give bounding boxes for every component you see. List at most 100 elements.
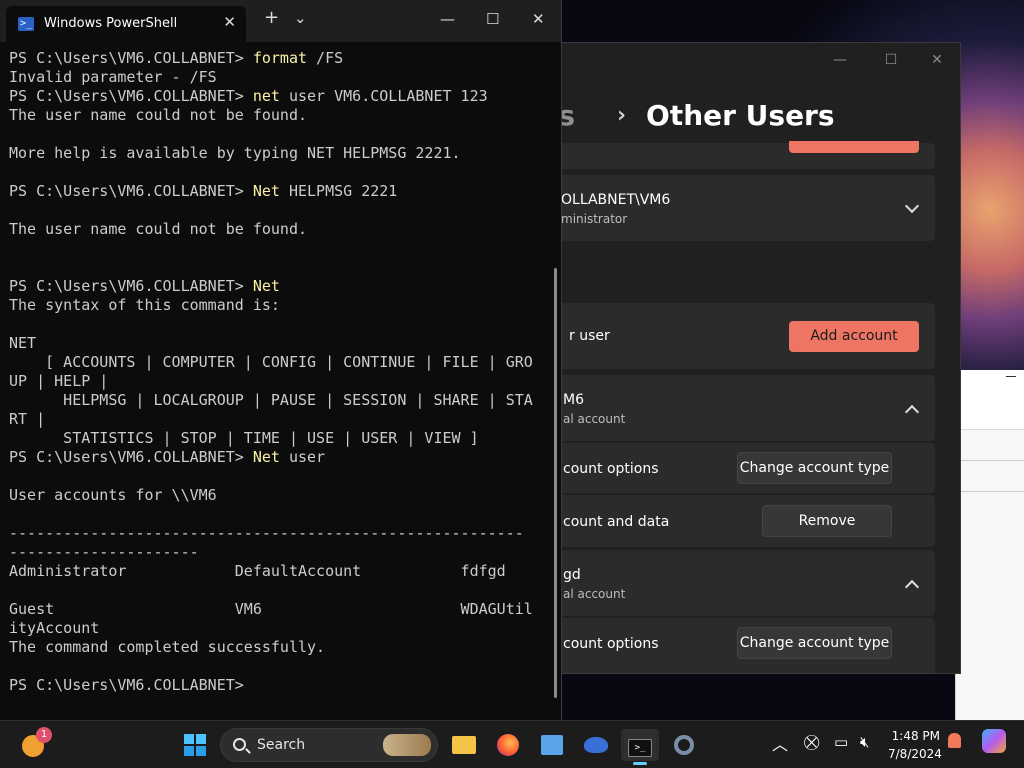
search-box[interactable]: Search (220, 728, 438, 762)
terminal-line: The user name could not be found. (9, 220, 308, 238)
user-fdfgd-card[interactable]: gd al account (541, 550, 935, 616)
clock[interactable]: 1:48 PM 7/8/2024 (888, 727, 942, 763)
account-options-label: count options (563, 461, 659, 477)
tab-windows-powershell[interactable]: >_ Windows PowerShell ✕ (6, 6, 246, 42)
powershell-icon: >_ (18, 17, 34, 31)
remove-button[interactable]: Remove (762, 505, 892, 537)
change-account-type-button[interactable]: Change account type (737, 627, 892, 659)
copilot-icon[interactable] (982, 729, 1006, 757)
terminal-line: Administrator DefaultAccount fdfgd (9, 562, 506, 580)
terminal-line: The user name could not be found. (9, 106, 308, 124)
search-highlight-icon (383, 734, 431, 756)
notification-bell-icon[interactable] (948, 733, 961, 752)
terminal-icon[interactable]: >_ (621, 729, 659, 765)
command-args: HELPMSG 2221 (279, 182, 398, 200)
user-vm6-type: al account (563, 412, 626, 426)
prompt: PS C:\Users\VM6.COLLABNET> (9, 87, 253, 105)
current-user-top-card (541, 141, 935, 169)
terminal-line: PS C:\Users\VM6.COLLABNET> Net user (9, 448, 533, 467)
volume-muted-icon[interactable]: 🔇︎ (860, 733, 869, 751)
add-other-user-card: r user Add account (541, 303, 935, 369)
account-data-row: count and data Remove (541, 495, 935, 547)
maximize-button[interactable]: ☐ (486, 10, 499, 28)
command: Net (252, 448, 280, 466)
start-icon[interactable] (178, 729, 212, 761)
terminal-line: The syntax of this command is: (9, 296, 280, 314)
change-account-type-button[interactable]: Change account type (737, 452, 892, 484)
command-args: user (279, 448, 326, 466)
settings-minimize-button[interactable]: — (825, 49, 855, 71)
add-other-user-label: r user (569, 328, 610, 344)
settings-icon[interactable] (667, 729, 701, 761)
terminal-line: ----------------------------------------… (9, 524, 524, 542)
terminal-line: PS C:\Users\VM6.COLLABNET> (9, 676, 533, 695)
account-options-row: count options Change account type (541, 443, 935, 493)
add-account-button[interactable]: Add account (789, 321, 919, 352)
command-args: user VM6.COLLABNET 123 (279, 87, 488, 105)
close-button[interactable]: ✕ (532, 10, 545, 28)
terminal-line: More help is available by typing NET HEL… (9, 144, 461, 162)
new-tab-button[interactable]: + (264, 7, 279, 28)
user-vm6-card[interactable]: M6 al account (541, 375, 935, 441)
close-tab-icon[interactable]: ✕ (223, 13, 236, 31)
prompt: PS C:\Users\VM6.COLLABNET> (9, 676, 253, 694)
command: net (252, 87, 280, 105)
terminal-line: The command completed successfully. (9, 638, 326, 656)
settings-maximize-button[interactable]: ☐ (876, 49, 906, 71)
terminal-output[interactable]: PS C:\Users\VM6.COLLABNET> format /FS Inv… (9, 49, 533, 695)
minimize-button[interactable]: — (440, 10, 455, 28)
prompt: PS C:\Users\VM6.COLLABNET> (9, 277, 253, 295)
chevron-up-icon[interactable] (904, 404, 920, 420)
search-label: Search (257, 737, 306, 753)
settings-close-button[interactable]: ✕ (922, 49, 952, 71)
chevron-up-icon[interactable]: ︿ (772, 731, 788, 755)
scrollbar[interactable] (554, 268, 557, 698)
current-user-name: OLLABNET\VM6 (561, 192, 671, 208)
terminal-line: PS C:\Users\VM6.COLLABNET> Net (9, 277, 533, 296)
terminal-line: NET (9, 334, 37, 352)
prompt: PS C:\Users\VM6.COLLABNET> (9, 182, 253, 200)
account-data-label: count and data (563, 514, 670, 530)
terminal-line: ityAccount (9, 619, 100, 637)
current-user-card[interactable]: OLLABNET\VM6 ministrator (541, 175, 935, 241)
background-window[interactable] (955, 370, 1024, 720)
bird-app-icon[interactable] (579, 729, 613, 761)
file-explorer-icon[interactable] (447, 729, 481, 761)
terminal-line: --------------------- (9, 543, 199, 561)
terminal-line: RT | (9, 410, 46, 428)
background-window-titlebar (956, 370, 1024, 430)
chevron-up-icon[interactable] (904, 579, 920, 595)
search-icon (233, 738, 246, 751)
minimize-icon[interactable] (1006, 376, 1016, 377)
powershell-window: >_ Windows PowerShell ✕ + ⌄ — ☐ ✕ PS C:\… (0, 0, 562, 720)
command: format (252, 49, 308, 67)
account-options-label: count options (563, 636, 659, 652)
prompt: PS C:\Users\VM6.COLLABNET> (9, 49, 253, 67)
widgets-icon[interactable]: 1 (16, 727, 52, 761)
remote-app-icon[interactable] (535, 729, 569, 761)
current-user-role: ministrator (561, 212, 628, 226)
tab-title: Windows PowerShell (44, 16, 178, 31)
terminal-line: Guest VM6 WDAGUtil (9, 600, 533, 618)
terminal-titlebar[interactable]: >_ Windows PowerShell ✕ + ⌄ — ☐ ✕ (0, 0, 561, 42)
breadcrumb-separator-icon: › (617, 103, 627, 128)
terminal-line: PS C:\Users\VM6.COLLABNET> Net HELPMSG 2… (9, 182, 533, 201)
date: 7/8/2024 (888, 747, 942, 761)
network-off-icon[interactable]: ⛒ (804, 733, 819, 751)
terminal-line: PS C:\Users\VM6.COLLABNET> net user VM6.… (9, 87, 533, 106)
settings-window: — ☐ ✕ nts › Other Users OLLABNET\VM6 min… (540, 42, 961, 674)
account-options-row-2: count options Change account type (541, 618, 935, 673)
firefox-icon[interactable] (491, 729, 525, 761)
display-icon[interactable]: ▭ (834, 733, 848, 751)
tab-dropdown-button[interactable]: ⌄ (294, 9, 307, 27)
partial-accent-button[interactable] (789, 141, 919, 153)
divider (956, 491, 1024, 492)
chevron-down-icon[interactable] (904, 198, 920, 214)
